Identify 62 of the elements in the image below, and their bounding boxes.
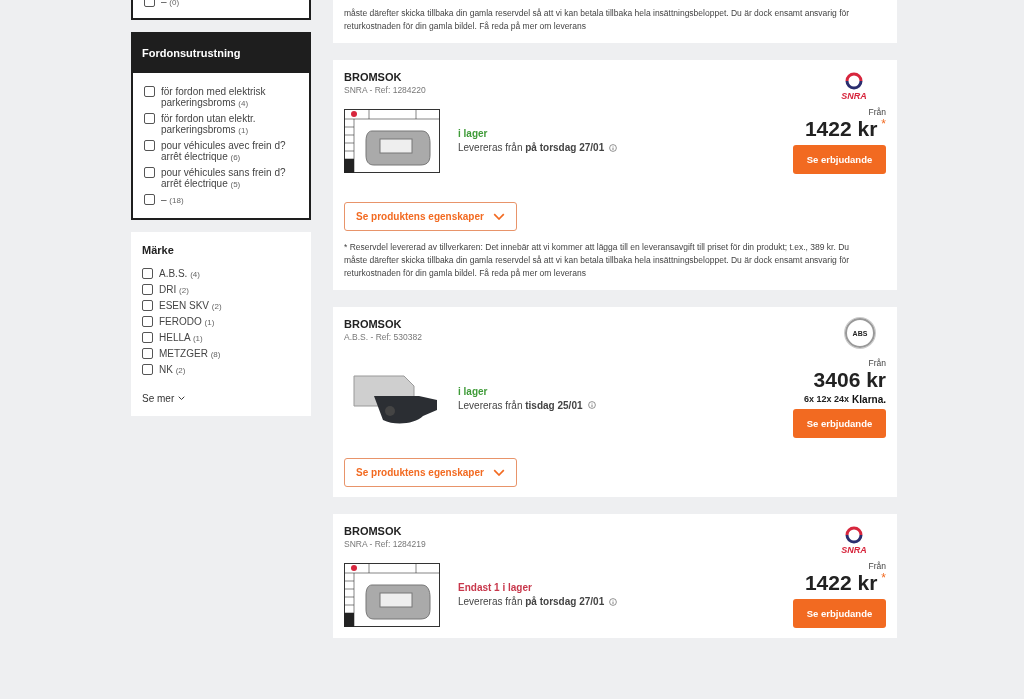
checkbox[interactable] xyxy=(144,86,155,97)
product-ref: SNRA - Ref: 1284219 xyxy=(344,539,426,549)
checkbox[interactable] xyxy=(142,348,153,359)
checkbox[interactable] xyxy=(142,364,153,375)
ring-logo-icon xyxy=(844,71,864,91)
filter-option[interactable]: METZGER (8) xyxy=(142,348,300,360)
delivery-text: Levereras från tisdag 25/01 xyxy=(458,399,583,411)
filter-option[interactable]: DRI (2) xyxy=(142,284,300,296)
filter-option[interactable]: pour véhicules avec frein d? arrêt électrique (6) xyxy=(144,140,298,163)
filter-title: Märke xyxy=(141,243,175,258)
chevron-down-icon xyxy=(178,396,186,401)
klarna-logo: Klarna. xyxy=(852,394,886,405)
filter-option[interactable]: HELLA (1) xyxy=(142,332,300,344)
from-label: Från xyxy=(868,107,886,117)
price: 1422 kr xyxy=(804,117,878,141)
chevron-down-icon xyxy=(492,212,505,221)
filter-option[interactable]: – (0) xyxy=(144,0,298,8)
info-icon xyxy=(609,597,618,606)
checkbox[interactable] xyxy=(142,332,153,343)
product-title: BROMSOK xyxy=(344,525,403,537)
checkbox[interactable] xyxy=(142,284,153,295)
notice-text: måste därefter skicka tillbaka din gamla reservdel så att vi kan betala tillbaka hela insättningsbeloppet. Du är dock ensamt ansvarig för returkostnaden för din gamla bildel. Få reda på mer om leverans xyxy=(344,7,851,33)
asterisk: * xyxy=(881,571,886,585)
checkbox[interactable] xyxy=(142,300,153,311)
checkbox[interactable] xyxy=(142,268,153,279)
delivery-text: Levereras från på torsdag 27/01 xyxy=(458,596,605,607)
filter-option[interactable]: ESEN SKV (2) xyxy=(142,300,300,312)
checkbox[interactable] xyxy=(144,113,155,124)
stock-status: i lager xyxy=(458,385,489,397)
filter-option[interactable]: A.B.S. (4) xyxy=(142,268,300,280)
notice-text: * Reservdel levererad av tillverkaren: Det innebär att vi kommer att lägga till en leveransavgift till priset för din produkt; t.ex., 389 kr. Du måste därefter skicka tillbaka din gamla reservdel så att vi kan betala tillbaka hela insättningsbeloppet. Du är dock ensamt ansvarig för returkostnaden för din gamla bildel. Få reda på mer om leverans xyxy=(344,241,851,280)
stock-status: i lager xyxy=(458,128,489,139)
info-icon xyxy=(587,401,596,409)
info-icon xyxy=(609,143,618,152)
checkbox[interactable] xyxy=(144,140,155,151)
stock-status: Endast 1 i lager xyxy=(458,582,533,593)
brand-logo: SNRA xyxy=(841,91,867,101)
product-ref: SNRA - Ref: 1284220 xyxy=(344,85,426,95)
delivery-text: Levereras från på torsdag 27/01 xyxy=(458,142,605,153)
filter-option[interactable]: FERODO (1) xyxy=(142,316,300,328)
product-title: BROMSOK xyxy=(344,71,403,83)
checkbox[interactable] xyxy=(144,167,155,178)
filter-option[interactable]: pour véhicules sans frein d? arrêt électrique (5) xyxy=(144,167,298,190)
asterisk: * xyxy=(881,117,886,131)
filter-option[interactable]: för fordon utan elektr. parkeringsbroms (1) xyxy=(144,113,298,136)
installment-options: 6x 12x 24x xyxy=(804,394,850,405)
product-title: BROMSOK xyxy=(344,318,403,330)
show-more-link[interactable]: Se mer xyxy=(142,393,186,404)
from-label: Från xyxy=(868,561,886,571)
filter-option[interactable]: – (18) xyxy=(144,194,298,206)
ring-logo-icon xyxy=(844,525,864,545)
filter-title: Fordonsutrustning xyxy=(133,34,309,73)
chevron-down-icon xyxy=(492,468,505,477)
from-label: Från xyxy=(868,358,886,368)
filter-option[interactable]: NK (2) xyxy=(142,364,300,376)
price: 1422 kr xyxy=(804,571,878,595)
product-ref: A.B.S. - Ref: 530382 xyxy=(344,332,422,342)
checkbox[interactable] xyxy=(144,194,155,205)
price: 3406 kr xyxy=(813,368,886,392)
brand-logo: SNRA xyxy=(841,545,867,555)
checkbox[interactable] xyxy=(142,316,153,327)
filter-option[interactable]: för fordon med elektrisk parkeringsbroms (4) xyxy=(144,86,298,109)
